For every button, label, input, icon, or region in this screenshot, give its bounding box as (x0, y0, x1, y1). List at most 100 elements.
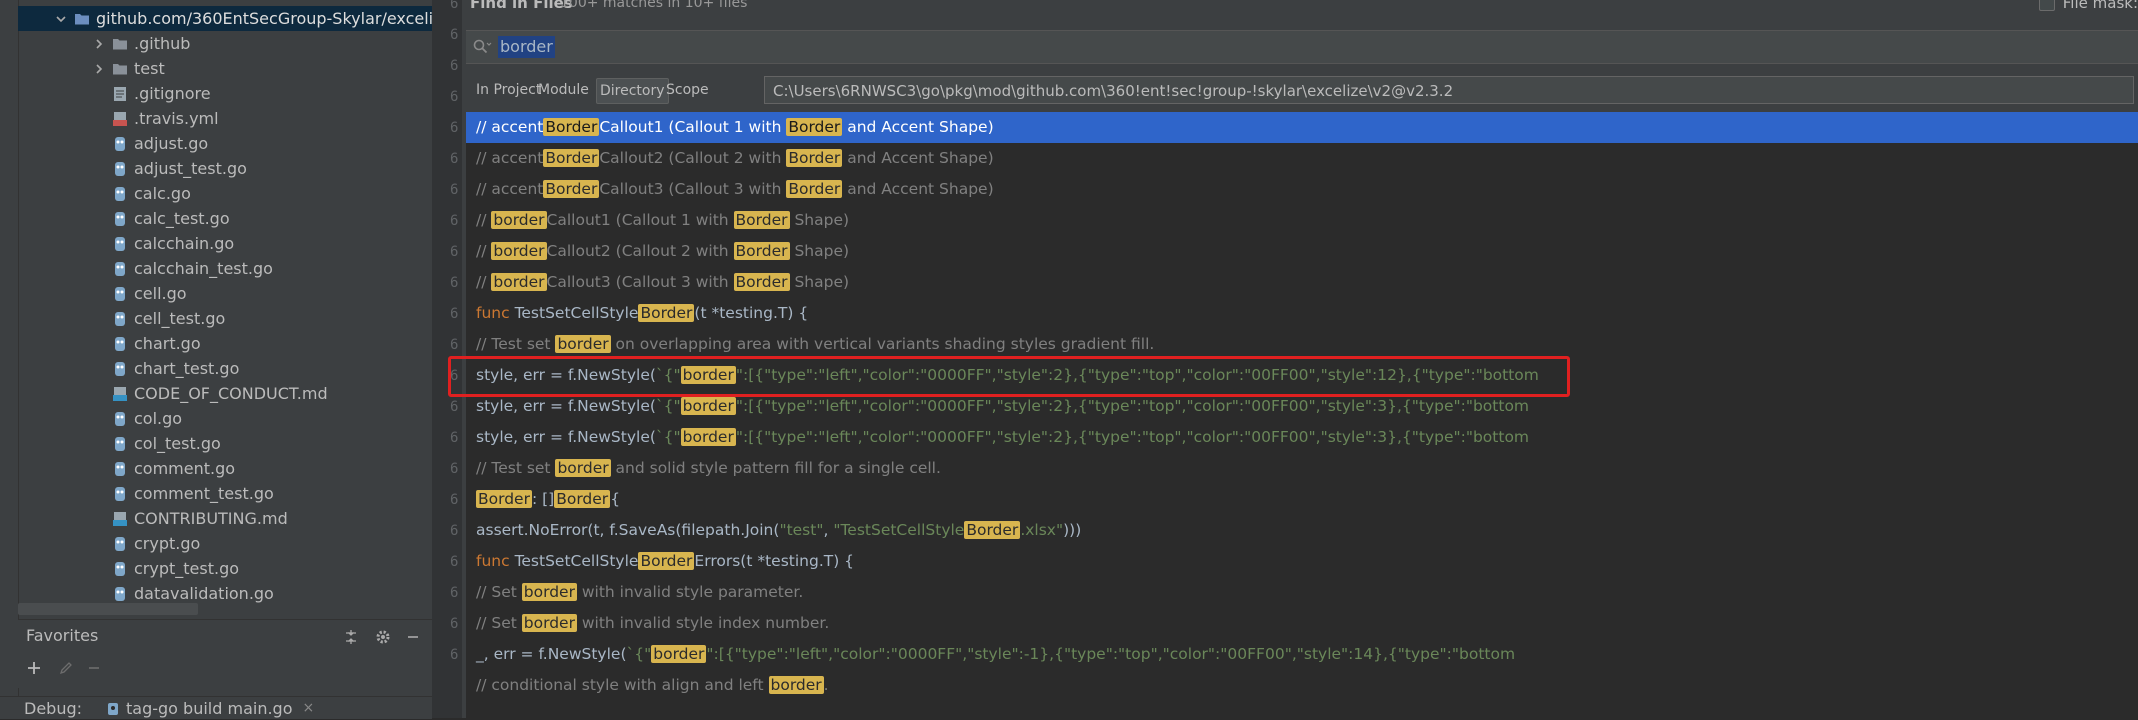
tree-file[interactable]: .travis.yml (18, 106, 432, 131)
result-row[interactable]: // border Callout2 (Callout 2 with Border… (466, 236, 2138, 267)
tree-file[interactable]: chart_test.go (18, 356, 432, 381)
result-row[interactable]: // Set border with invalid style index n… (466, 608, 2138, 639)
tree-file[interactable]: comment.go (18, 456, 432, 481)
tab-module[interactable]: Module (536, 78, 591, 102)
tree-root-folder[interactable]: github.com/360EntSecGroup-Skylar/exceliz… (18, 6, 432, 31)
go-file-icon (112, 336, 128, 352)
tree-item-label: .gitignore (134, 84, 211, 103)
tab-directory[interactable]: Directory (596, 78, 669, 104)
add-icon[interactable] (22, 656, 46, 680)
line-number: 6 (450, 213, 459, 229)
tree-item-label: .travis.yml (134, 109, 219, 128)
debug-tab[interactable]: tag-go build main.go × (106, 699, 314, 718)
tab-in-project[interactable]: In Project (474, 78, 543, 102)
result-row[interactable]: // accent Border Callout1 (Callout 1 with … (466, 112, 2138, 143)
result-row[interactable]: // border Callout1 (Callout 1 with Border… (466, 205, 2138, 236)
match-highlight: border (680, 397, 736, 415)
match-count: 100+ matches in 10+ files (560, 0, 748, 11)
line-number: 6 (450, 430, 459, 446)
search-icon[interactable] (472, 38, 492, 56)
line-number: 6 (450, 585, 459, 601)
tree-file[interactable]: adjust_test.go (18, 156, 432, 181)
result-row[interactable]: style, err = f.NewStyle(`{" border ":[{"ty… (466, 422, 2138, 453)
scope-tabs: In Project Module Directory Scope C:\Use… (466, 76, 2138, 106)
tree-file[interactable]: col.go (18, 406, 432, 431)
tree-file[interactable]: comment_test.go (18, 481, 432, 506)
file-mask-option[interactable]: File mask: (2038, 0, 2138, 12)
chevron-down-icon[interactable] (54, 12, 68, 26)
tree-file[interactable]: CODE_OF_CONDUCT.md (18, 381, 432, 406)
tree-item-label: .github (134, 34, 191, 53)
result-row[interactable]: // border Callout3 (Callout 3 with Border… (466, 267, 2138, 298)
result-row[interactable]: _, err = f.NewStyle(`{" border ":[{"type":… (466, 639, 2138, 670)
result-text: , (823, 521, 834, 539)
debug-bar: Debug: tag-go build main.go × (0, 696, 432, 719)
result-row[interactable]: // accent Border Callout3 (Callout 3 with … (466, 174, 2138, 205)
chevron-right-icon[interactable] (92, 62, 106, 76)
tree-file[interactable]: chart.go (18, 331, 432, 356)
result-text: `{" (655, 397, 681, 415)
result-row[interactable]: assert.NoError(t, f.SaveAs(filepath.Join… (466, 515, 2138, 546)
match-highlight: Border (964, 521, 1021, 539)
result-text: and Accent Shape) (842, 149, 994, 167)
go-file-icon (112, 561, 128, 577)
result-text: `{" (626, 645, 652, 663)
result-row[interactable]: func TestSetCellStyle Border (t *testing.T… (466, 298, 2138, 329)
result-text: and solid style pattern fill for a singl… (610, 459, 941, 477)
file-mask-checkbox[interactable] (2038, 0, 2055, 11)
match-highlight: Border (543, 118, 600, 136)
match-highlight: border (491, 211, 547, 229)
tool-window-stripe (0, 0, 19, 718)
result-row[interactable]: // accent Border Callout2 (Callout 2 with … (466, 143, 2138, 174)
tree-file[interactable]: calcchain_test.go (18, 256, 432, 281)
line-number: 6 (450, 89, 459, 105)
text-file-icon (112, 86, 128, 102)
result-row[interactable]: func TestSetCellStyle Border Errors(t *tes… (466, 546, 2138, 577)
tree-file[interactable]: calc.go (18, 181, 432, 206)
folder-icon (112, 36, 128, 52)
collapse-icon[interactable] (340, 626, 362, 648)
close-icon[interactable]: × (303, 700, 315, 716)
tree-file[interactable]: cell_test.go (18, 306, 432, 331)
tree-item-label: github.com/360EntSecGroup-Skylar/exceliz… (96, 9, 432, 28)
result-text: // Set (476, 583, 522, 601)
line-number: 6 (450, 0, 459, 12)
gear-icon[interactable] (372, 626, 394, 648)
result-text: TestSetCellStyle (514, 552, 639, 570)
tree-horizontal-scrollbar[interactable] (18, 603, 198, 615)
tree-folder[interactable]: .github (18, 31, 432, 56)
tree-file[interactable]: calc_test.go (18, 206, 432, 231)
directory-path-field[interactable]: C:\Users\6RNWSC3\go\pkg\mod\github.com\3… (764, 76, 2134, 104)
tree-file[interactable]: adjust.go (18, 131, 432, 156)
result-row[interactable]: // Set border with invalid style paramet… (466, 577, 2138, 608)
tree-file[interactable]: crypt.go (18, 531, 432, 556)
edit-icon[interactable] (54, 656, 78, 680)
minimize-icon[interactable] (402, 626, 424, 648)
search-input[interactable]: border (498, 36, 555, 58)
go-file-icon (112, 361, 128, 377)
result-row[interactable]: // Test set border and solid style patte… (466, 453, 2138, 484)
line-number: 6 (450, 461, 459, 477)
result-row[interactable]: // conditional style with align and left… (466, 670, 2138, 701)
tree-item-label: calc_test.go (134, 209, 230, 228)
tree-file[interactable]: col_test.go (18, 431, 432, 456)
tree-folder[interactable]: test (18, 56, 432, 81)
remove-icon[interactable] (82, 656, 106, 680)
folder-icon (74, 11, 90, 27)
chevron-right-icon[interactable] (92, 37, 106, 51)
line-number: 6 (450, 492, 459, 508)
tree-file[interactable]: .gitignore (18, 81, 432, 106)
tree-file[interactable]: CONTRIBUTING.md (18, 506, 432, 531)
result-row[interactable]: Border: [] Border{ (466, 484, 2138, 515)
line-number: 6 (450, 337, 459, 353)
tree-file[interactable]: calcchain.go (18, 231, 432, 256)
result-text: Callout1 (Callout 1 with (546, 211, 734, 229)
result-text: // accent (476, 180, 544, 198)
tree-file[interactable]: crypt_test.go (18, 556, 432, 581)
result-text: "TestSetCellStyle (833, 521, 965, 539)
line-number: 6 (450, 120, 459, 136)
result-text: ))) (1063, 521, 1082, 539)
tree-file[interactable]: cell.go (18, 281, 432, 306)
go-file-icon (112, 236, 128, 252)
tab-scope[interactable]: Scope (664, 78, 711, 102)
